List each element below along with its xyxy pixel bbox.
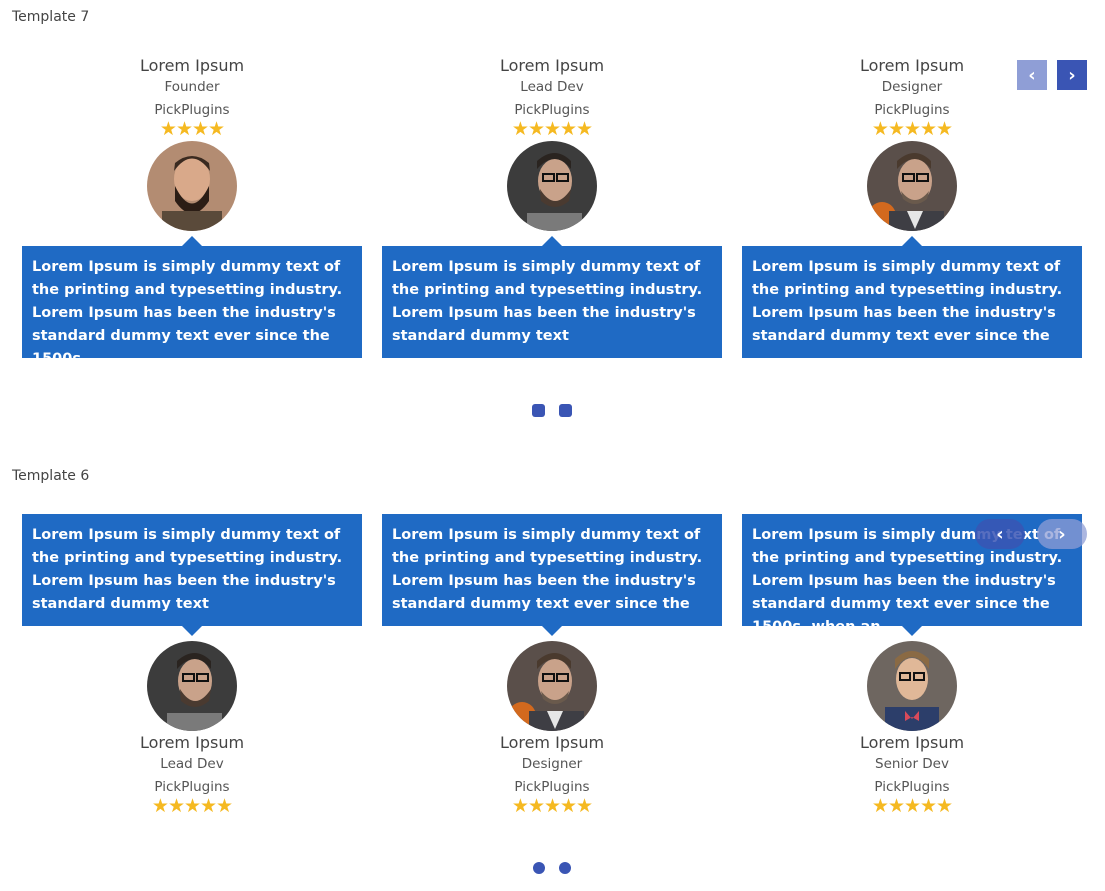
testimonial-text: Lorem Ipsum is simply dummy text of the … (382, 236, 722, 358)
person-role: Founder (164, 79, 220, 95)
person-company: PickPlugins (514, 779, 590, 795)
pagination-dot[interactable] (533, 862, 545, 874)
person-name: Lorem Ipsum (499, 56, 605, 75)
testimonial-text: Lorem Ipsum is simply dummy text of the … (742, 236, 1082, 358)
testimonial-card: Lorem Ipsum Designer PickPlugins ★★★★★ L… (742, 56, 1082, 358)
avatar (507, 141, 597, 231)
section-title-template-6: Template 6 (12, 468, 90, 484)
person-role: Lead Dev (160, 756, 224, 772)
person-company: PickPlugins (874, 779, 950, 795)
person-name: Lorem Ipsum (499, 733, 605, 752)
person-role: Lead Dev (520, 79, 584, 95)
person-company: PickPlugins (154, 779, 230, 795)
person-name: Lorem Ipsum (859, 733, 965, 752)
testimonial-card: Lorem Ipsum is simply dummy text of the … (382, 514, 722, 816)
person-role: Senior Dev (875, 756, 949, 772)
testimonial-text: Lorem Ipsum is simply dummy text of the … (382, 514, 722, 636)
person-role: Designer (521, 756, 583, 772)
avatar (147, 641, 237, 731)
carousel-next-button[interactable]: › (1037, 519, 1087, 549)
pagination-dot[interactable] (559, 404, 572, 417)
section-title-template-7: Template 7 (12, 9, 90, 25)
avatar (507, 641, 597, 731)
testimonial-card: Lorem Ipsum is simply dummy text of the … (22, 514, 362, 816)
avatar (147, 141, 237, 231)
person-company: PickPlugins (874, 102, 950, 118)
avatar (867, 141, 957, 231)
chevron-left-icon: ‹ (996, 523, 1004, 545)
testimonial-text: Lorem Ipsum is simply dummy text of the … (22, 236, 362, 367)
person-company: PickPlugins (154, 102, 230, 118)
chevron-right-icon: › (1068, 64, 1076, 86)
rating-stars: ★★★★★ (511, 795, 593, 817)
rating-stars: ★★★★★ (151, 795, 233, 817)
rating-stars: ★★★★★ (871, 795, 953, 817)
testimonial-card: Lorem Ipsum Lead Dev PickPlugins ★★★★★ L… (382, 56, 722, 358)
avatar (867, 641, 957, 731)
carousel-next-button[interactable]: › (1057, 60, 1087, 90)
person-name: Lorem Ipsum (139, 733, 245, 752)
testimonial-text: Lorem Ipsum is simply dummy text of the … (22, 514, 362, 636)
rating-stars: ★★★★★ (871, 118, 953, 140)
rating-stars: ★★★★ (159, 118, 225, 140)
chevron-left-icon: ‹ (1028, 64, 1036, 86)
pagination-dot[interactable] (532, 404, 545, 417)
pagination-dot[interactable] (559, 862, 571, 874)
testimonial-card: Lorem Ipsum is simply dummy text of the … (742, 514, 1082, 816)
testimonial-text: Lorem Ipsum is simply dummy text of the … (742, 514, 1082, 636)
carousel-prev-button[interactable]: ‹ (1017, 60, 1047, 90)
person-company: PickPlugins (514, 102, 590, 118)
carousel-prev-button[interactable]: ‹ (975, 519, 1025, 549)
person-name: Lorem Ipsum (139, 56, 245, 75)
testimonial-card: Lorem Ipsum Founder PickPlugins ★★★★ Lor… (22, 56, 362, 367)
chevron-right-icon: › (1058, 523, 1066, 545)
rating-stars: ★★★★★ (511, 118, 593, 140)
